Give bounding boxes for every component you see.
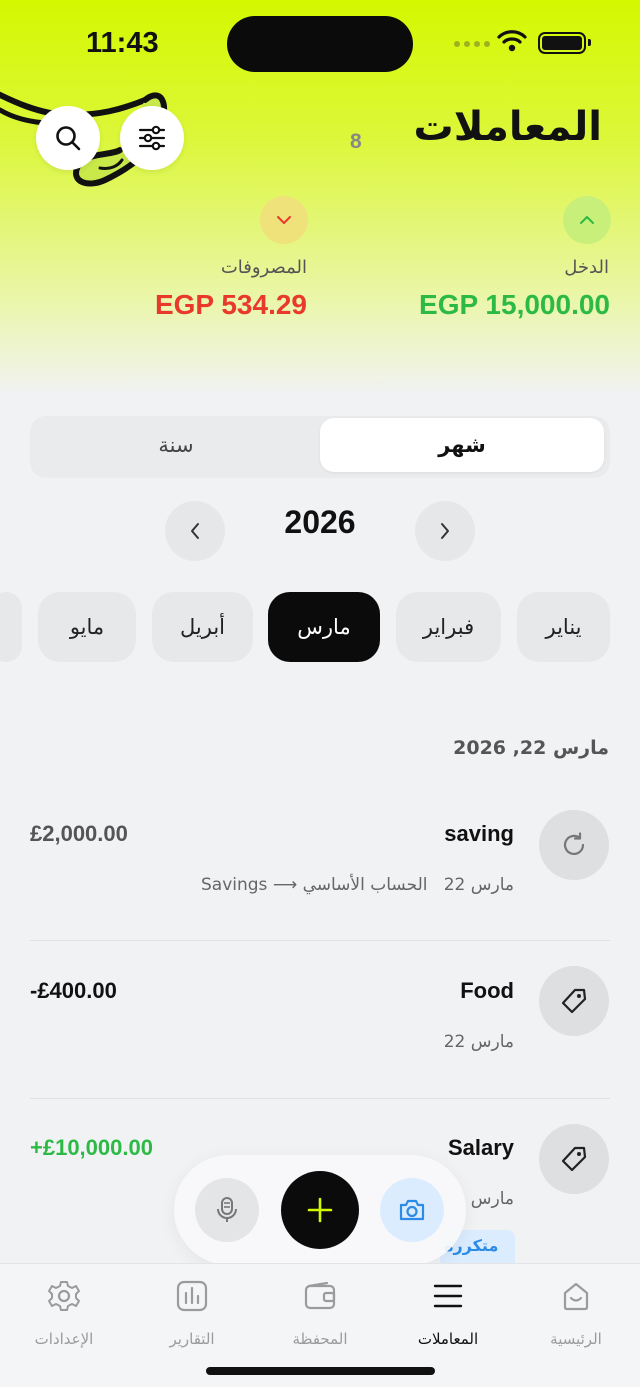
expense-icon-wrap [260,196,308,244]
chevron-right-icon [441,523,449,539]
month-chip[interactable]: فبراير [396,592,501,662]
tab-home[interactable]: الرئيسية [512,1274,640,1354]
tab-label: المعاملات [417,1330,479,1348]
status-bar: 11:43 [0,0,640,90]
transaction-count: 8 [350,130,362,153]
tab-wallet[interactable]: المحفظة [256,1274,384,1354]
expenses-label: المصروفات [220,257,307,278]
camera-icon [399,1199,425,1221]
tab-label: الرئيسية [550,1330,602,1348]
microphone-icon [217,1197,237,1222]
month-chip-partial[interactable] [0,592,22,662]
tab-reports[interactable]: التقارير [128,1274,256,1354]
income-label: الدخل [564,257,609,278]
list-icon [433,1284,463,1308]
transaction-icon-wrap [539,966,609,1036]
tab-label: الإعدادات [34,1330,94,1348]
previous-year-button[interactable] [165,501,225,561]
transaction-name: Salary [447,1135,514,1160]
search-icon [56,126,81,151]
divider [30,1098,610,1099]
transaction-amount: -£400.00 [30,978,117,1003]
month-chip[interactable]: مايو [38,592,136,662]
income-icon-wrap [563,196,611,244]
tab-transactions[interactable]: المعاملات [384,1274,512,1354]
refresh-icon [563,832,585,856]
next-year-button[interactable] [415,501,475,561]
filter-button[interactable] [120,106,184,170]
voice-input-button[interactable] [195,1178,259,1242]
add-transaction-button[interactable] [281,1171,359,1249]
transaction-name: Food [460,978,514,1003]
search-button[interactable] [36,106,100,170]
tag-icon [561,988,587,1014]
dynamic-island [227,16,413,72]
month-chip[interactable]: يناير [517,592,610,662]
transaction-date: مارس 22 [443,1032,514,1052]
transaction-icon-wrap [539,1124,609,1194]
income-value: EGP 15,000.00 [419,289,610,320]
gear-icon [48,1281,80,1311]
transaction-amount: £2,000.00 [30,821,128,846]
tag-icon [561,1146,587,1172]
wifi-icon [497,30,527,52]
transaction-amount: +£10,000.00 [30,1135,153,1160]
transaction-icon-wrap [539,810,609,880]
divider [30,940,610,941]
tab-label: المحفظة [292,1330,348,1348]
tab-settings[interactable]: الإعدادات [0,1274,128,1354]
year-label: 2026 [284,504,356,540]
chevron-left-icon [191,523,199,539]
sliders-icon [138,125,166,151]
transaction-account: الحساب الأساسي [302,875,428,895]
segment-year[interactable]: سنة [34,418,318,472]
date-group-header: مارس 22, 2026 [453,737,609,759]
wallet-icon [304,1281,336,1310]
scan-receipt-button[interactable] [380,1178,444,1242]
chevron-down-icon [277,216,291,224]
chevron-up-icon [580,216,594,224]
header-background: 11:43 8 المعاملات الدخل EGP 15,000.00 ال… [0,0,640,396]
home-icon [563,1282,589,1311]
chart-icon [176,1280,208,1312]
transfer-arrow: ⟶ [272,875,298,895]
transaction-meta: مارس 22 الحساب الأساسي ⟶ Savings [201,875,514,895]
battery-icon [538,32,591,54]
plus-icon [307,1197,333,1223]
month-chip[interactable]: أبريل [152,592,253,662]
period-segmented-control: شهر سنة [30,416,610,478]
tab-label: التقارير [169,1330,215,1348]
signal-icon [454,41,490,47]
home-indicator [206,1367,435,1375]
transaction-date: مارس 22 [443,875,514,895]
expenses-value: EGP 534.29 [154,289,307,320]
month-chip-selected[interactable]: مارس [268,592,380,662]
transaction-date: مارس [470,1189,514,1209]
status-time: 11:43 [86,27,159,59]
transaction-name: saving [444,821,514,846]
segment-month[interactable]: شهر [320,418,604,472]
transaction-target-account: Savings [200,875,268,895]
page-title: المعاملات [413,104,602,150]
